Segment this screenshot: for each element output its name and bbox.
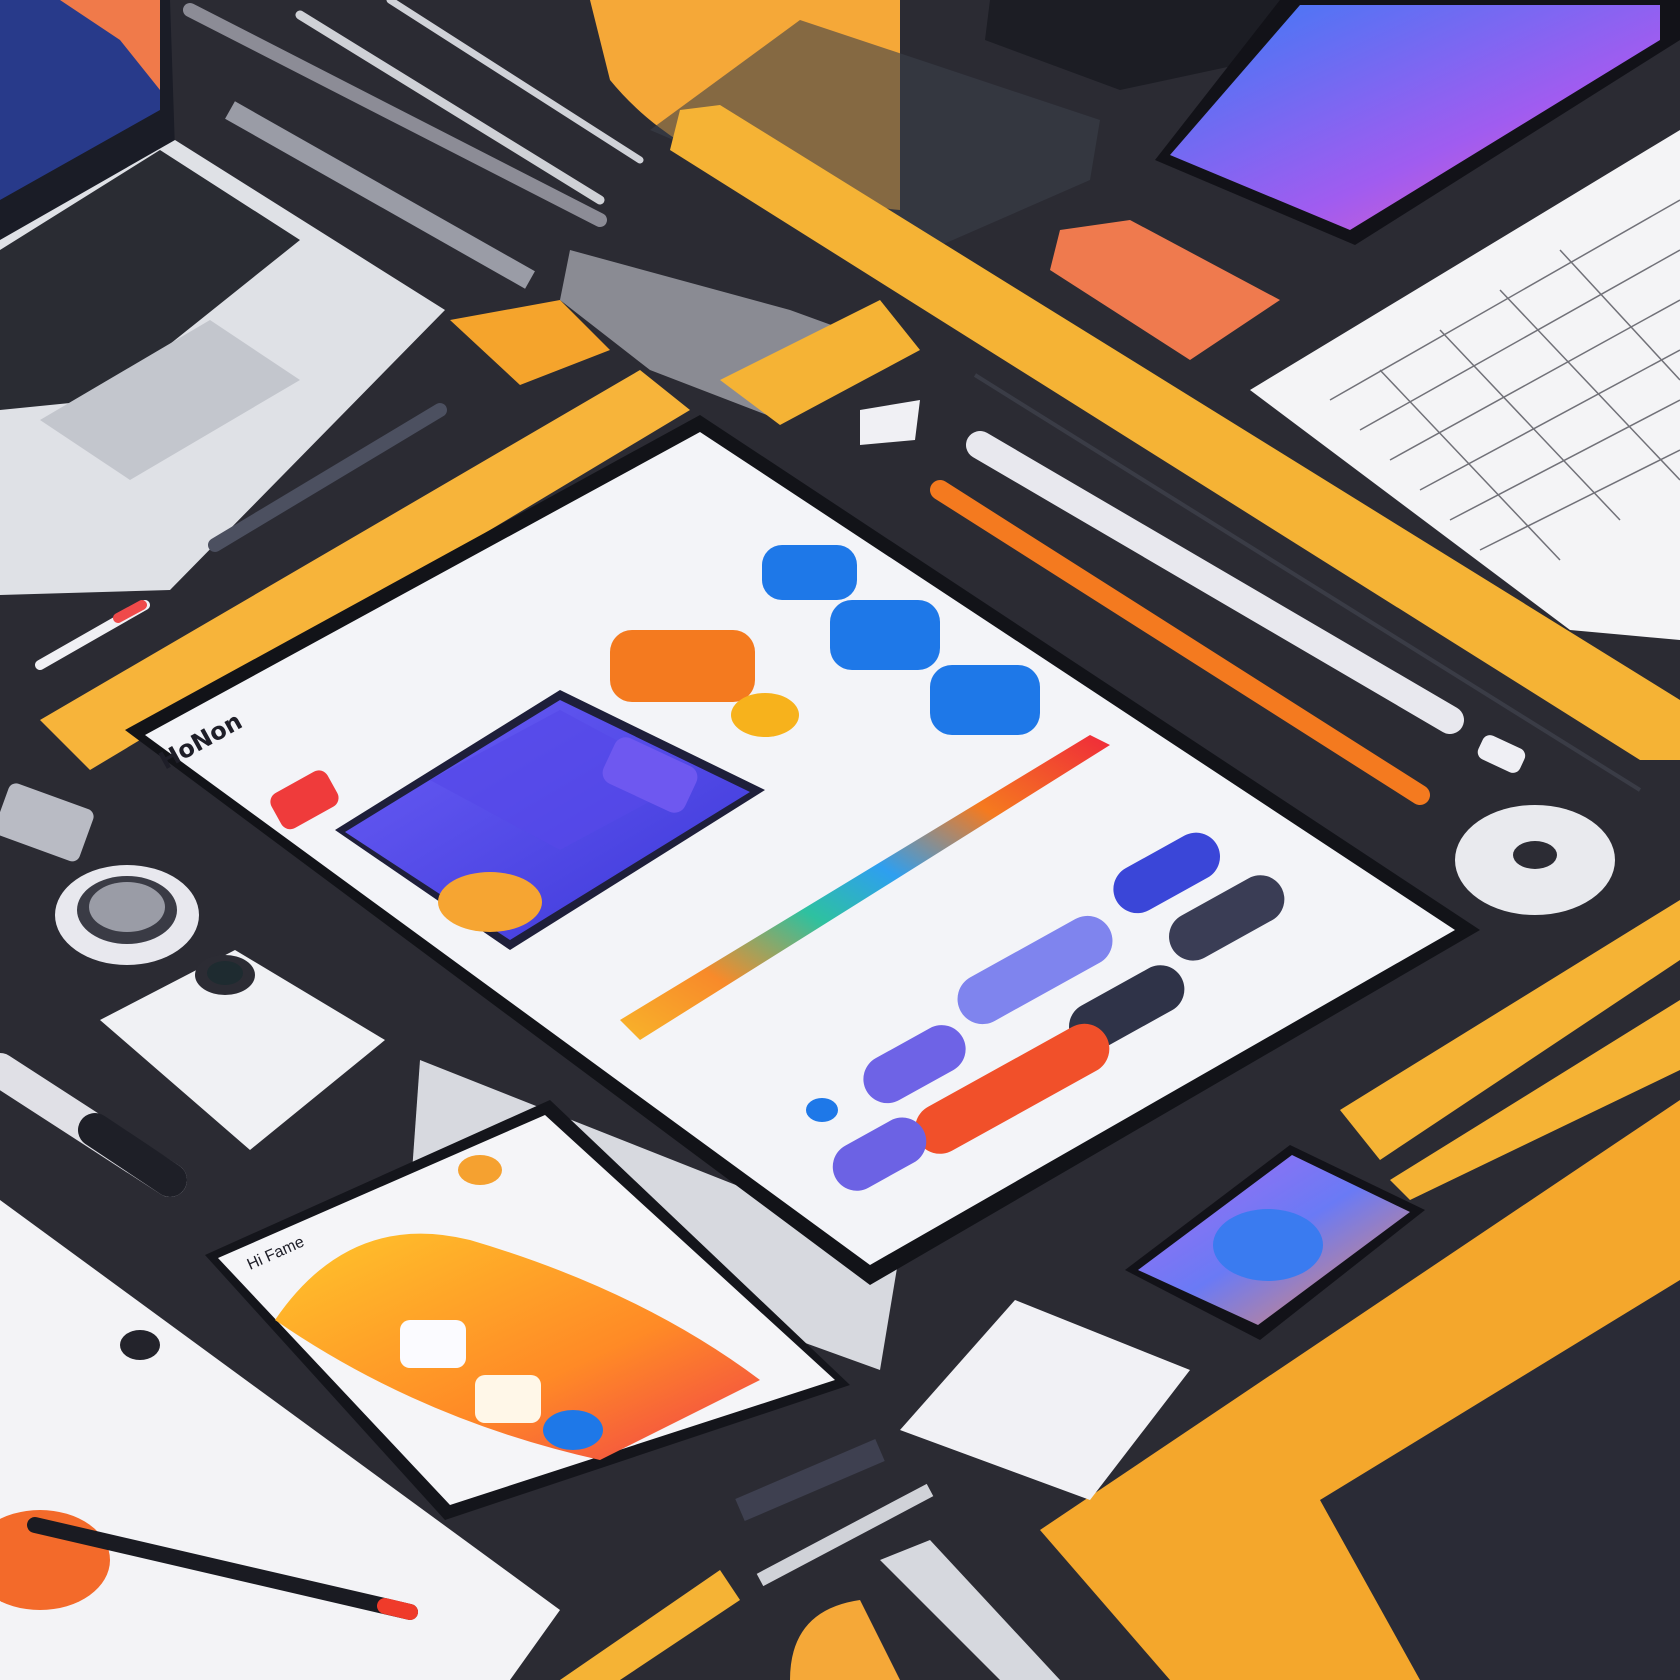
hero-card-orb <box>438 872 542 932</box>
phone-orange-badge <box>458 1155 502 1185</box>
blue-pill-low[interactable] <box>930 665 1040 735</box>
protractor-disk <box>1455 805 1615 915</box>
blue-pill-top[interactable] <box>762 545 857 600</box>
blue-bullet <box>806 1098 838 1122</box>
phone-blue-button[interactable] <box>543 1410 603 1450</box>
desk-flatlay-scene: HoNon Hi Fame <box>0 0 1680 1680</box>
blue-pill-mid[interactable] <box>830 600 940 670</box>
orange-action-pill[interactable] <box>610 630 755 702</box>
yellow-status-dot <box>731 693 799 737</box>
phone-app-tile-2[interactable] <box>475 1375 541 1423</box>
watch-ring <box>55 865 199 965</box>
phone-app-tile-1[interactable] <box>400 1320 466 1368</box>
